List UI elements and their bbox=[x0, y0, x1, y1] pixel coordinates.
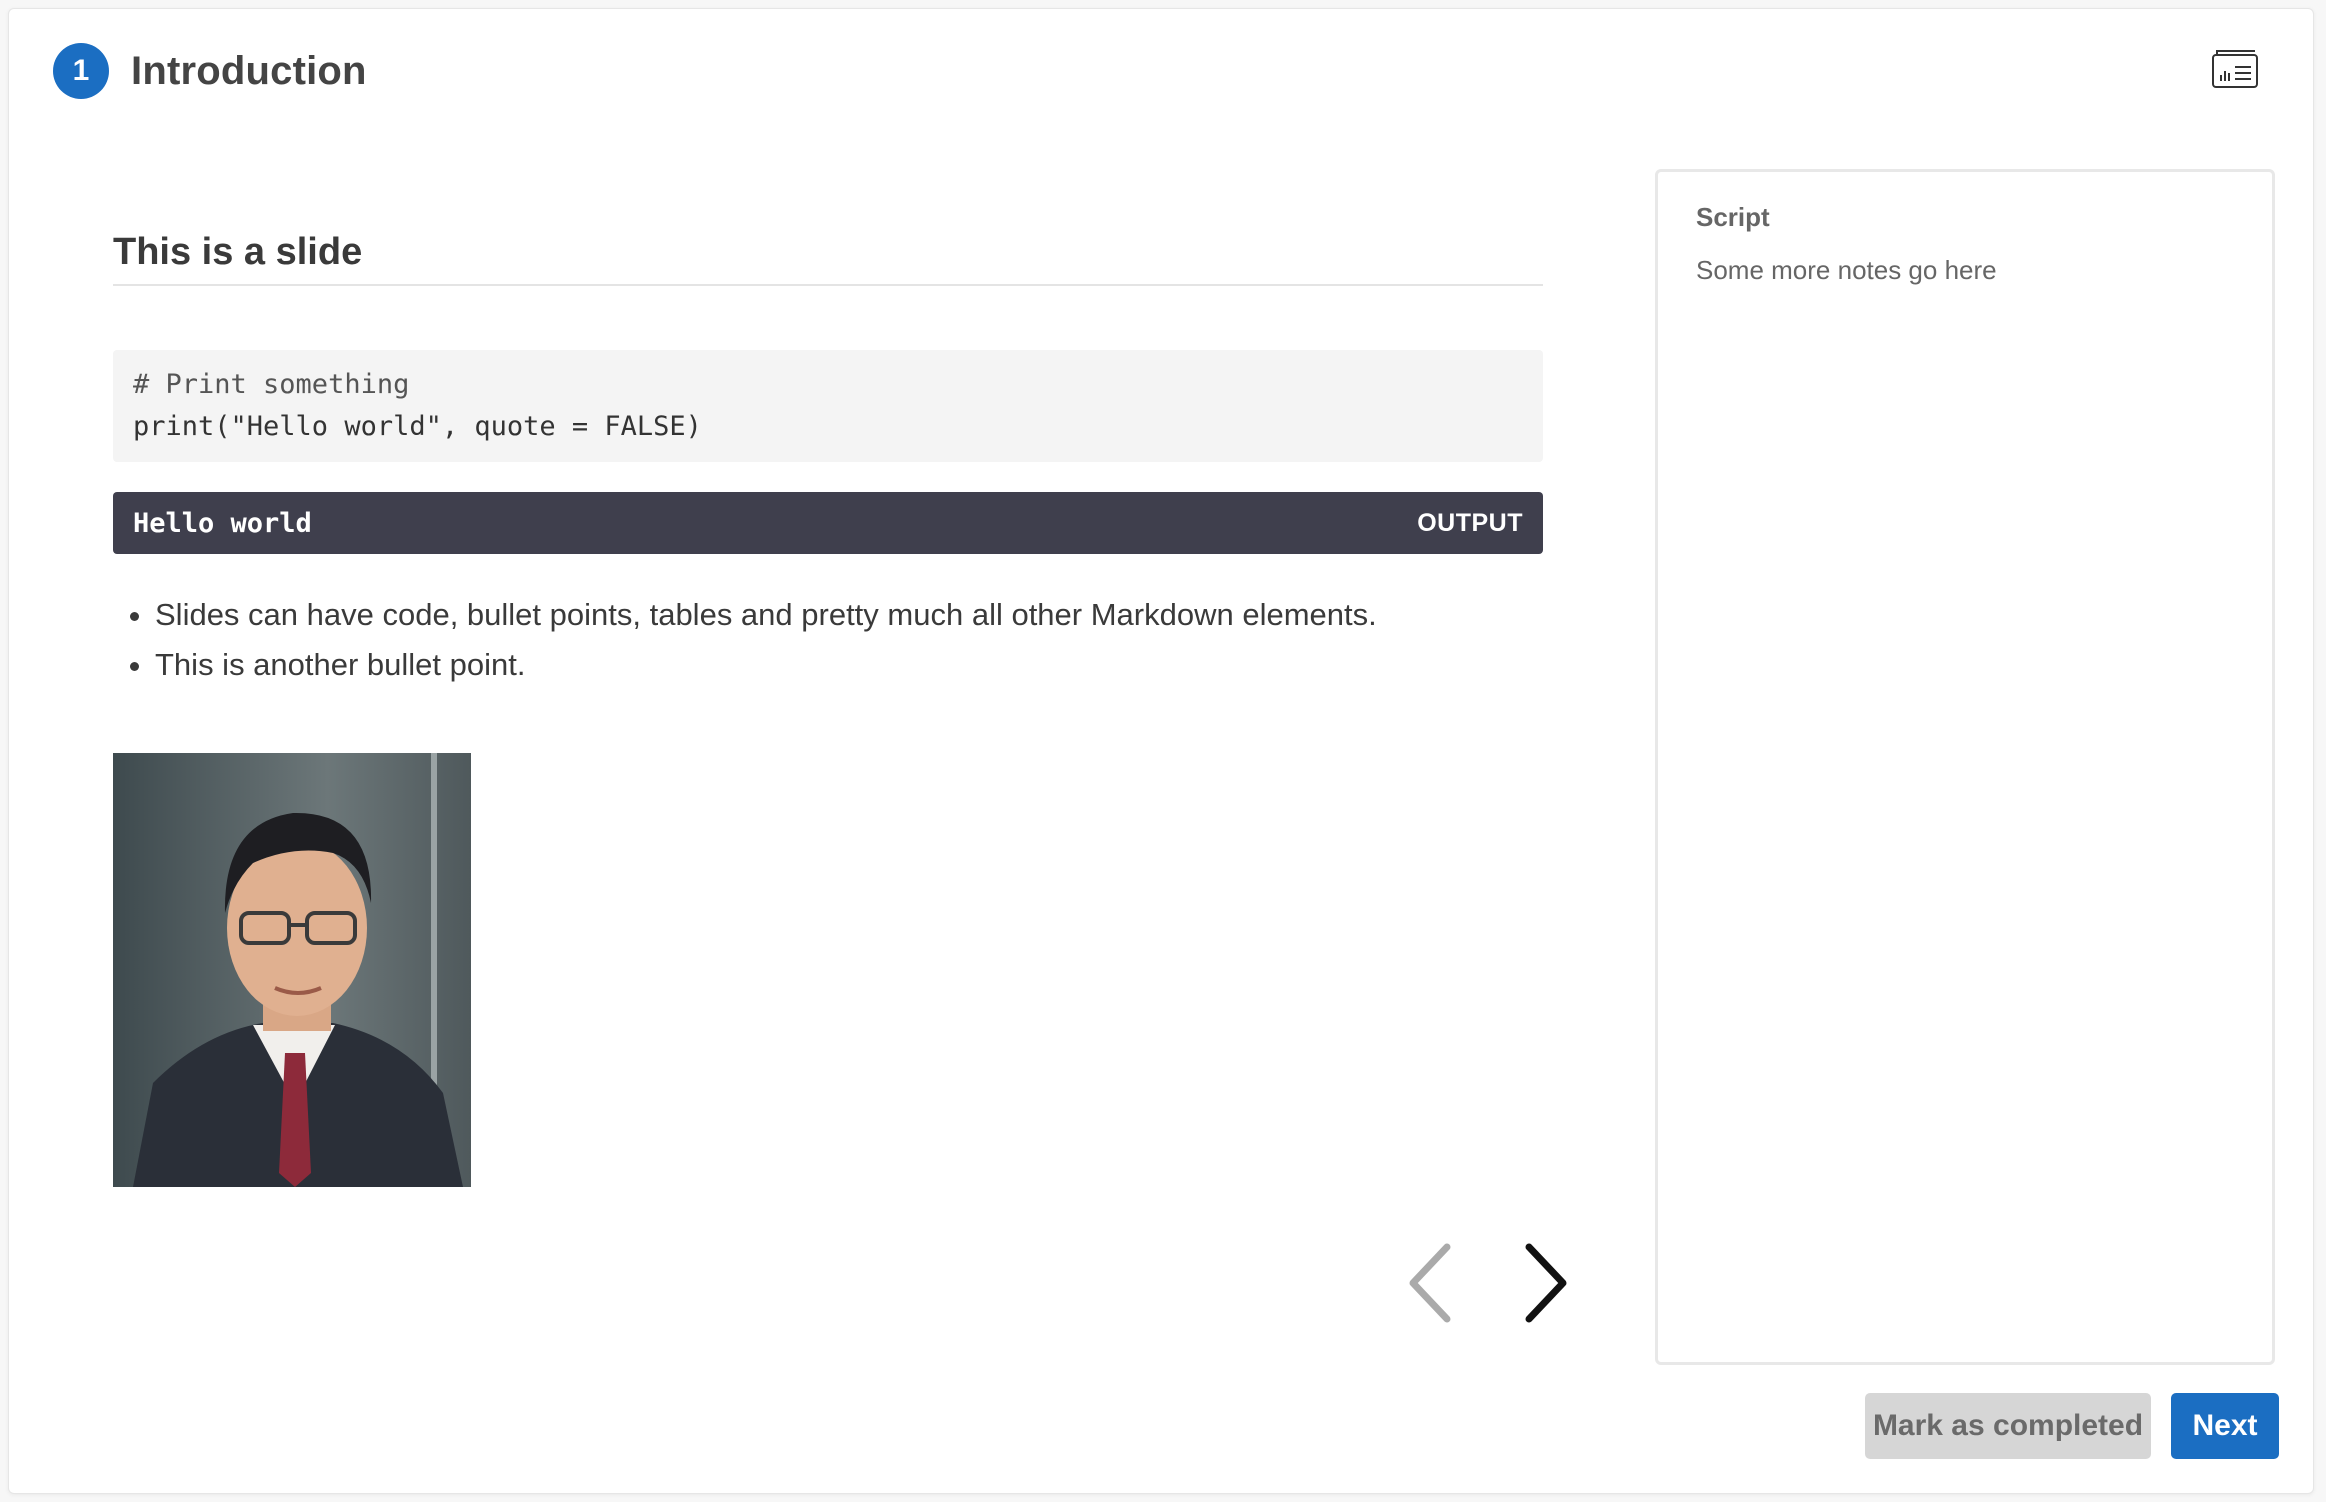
output-label: OUTPUT bbox=[1417, 508, 1523, 537]
script-panel: Script Some more notes go here bbox=[1655, 169, 2275, 1365]
chevron-right-icon bbox=[1525, 1243, 1567, 1323]
bullet-item: This is another bullet point. bbox=[155, 640, 1543, 690]
bullet-list: Slides can have code, bullet points, tab… bbox=[113, 590, 1543, 690]
step-number-badge: 1 bbox=[53, 43, 109, 99]
code-line: print("Hello world", quote = FALSE) bbox=[133, 411, 702, 442]
previous-slide-button[interactable] bbox=[1403, 1241, 1463, 1325]
course-card: 1 Introduction This is a slide # Print s… bbox=[8, 8, 2314, 1494]
section-title: Introduction bbox=[131, 48, 367, 93]
bullet-item: Slides can have code, bullet points, tab… bbox=[155, 590, 1543, 640]
chevron-left-icon bbox=[1409, 1243, 1451, 1323]
portrait-image bbox=[113, 753, 471, 1187]
output-block: Hello world OUTPUT bbox=[113, 492, 1543, 554]
script-notes: Some more notes go here bbox=[1696, 255, 1997, 285]
section-header: 1 Introduction bbox=[53, 43, 367, 99]
next-button[interactable]: Next bbox=[2171, 1393, 2279, 1459]
code-block: # Print something print("Hello world", q… bbox=[113, 350, 1543, 462]
slide-title: This is a slide bbox=[113, 231, 1543, 286]
mark-as-completed-button[interactable]: Mark as completed bbox=[1865, 1393, 2151, 1459]
script-label: Script bbox=[1696, 202, 1770, 232]
slides-view-icon[interactable] bbox=[2211, 49, 2261, 91]
slide-content: This is a slide # Print something print(… bbox=[113, 231, 1543, 690]
next-slide-button[interactable] bbox=[1515, 1241, 1575, 1325]
output-text: Hello world bbox=[133, 507, 312, 539]
code-comment: # Print something bbox=[133, 369, 410, 400]
